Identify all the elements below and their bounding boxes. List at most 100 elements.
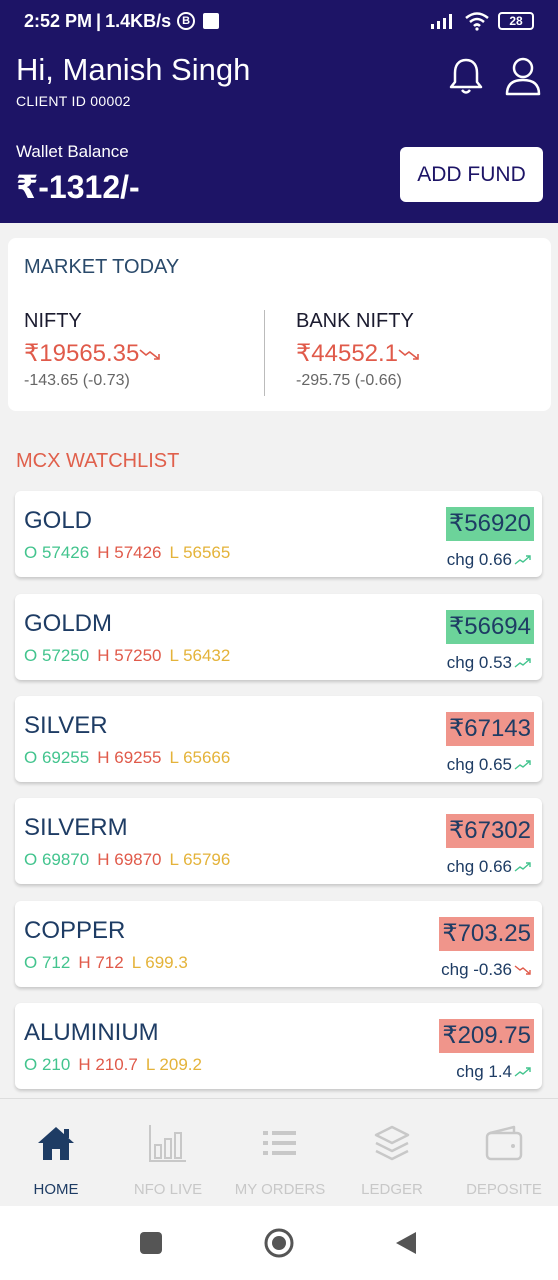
status-bar: 2:52 PM | 1.4KB/s B 28 [0,0,558,42]
index-name: NIFTY [24,310,82,332]
watchlist-title: MCX WATCHLIST [16,450,180,472]
commodity-price: ₹703.25 [439,917,534,951]
nav-label: DEPOSITE [466,1181,542,1198]
index-price: ₹44552.1 [296,339,422,368]
back-icon[interactable] [394,1230,418,1256]
index-name: BANK NIFTY [296,310,414,332]
watchlist-item-copper[interactable]: COPPER O 712 H 712 L 699.3 ₹703.25 chg -… [15,901,542,987]
commodity-change: chg 0.65 [447,755,532,775]
market-today-card: MARKET TODAY NIFTY ₹19565.35 -143.65 (-0… [8,238,551,411]
open-value: O 210 [24,1055,71,1074]
trend-up-icon [514,658,531,668]
market-today-title: MARKET TODAY [24,256,180,278]
open-value: O 57250 [24,646,90,665]
nav-label: HOME [33,1181,79,1198]
high-value: H 69870 [97,850,162,869]
wallet-balance-value: ₹-1312/- [16,169,140,205]
status-time: 2:52 PM [24,10,93,31]
change-text: chg 1.4 [456,1062,512,1081]
commodity-change: chg 0.66 [447,857,532,877]
high-value: H 712 [78,953,124,972]
add-fund-button[interactable]: ADD FUND [400,147,543,202]
commodity-name: GOLD [24,507,93,534]
ohl-row: O 57426 H 57426 L 56565 [24,543,230,563]
low-value: L 65796 [169,850,231,869]
nav-label: MY ORDERS [234,1181,326,1198]
open-value: O 69870 [24,850,90,869]
watchlist-item-goldm[interactable]: GOLDM O 57250 H 57250 L 56432 ₹56694 chg… [15,594,542,680]
index-divider [264,310,265,396]
commodity-price: ₹56694 [445,610,534,644]
commodity-price: ₹67302 [445,814,534,848]
index-nifty[interactable]: NIFTY ₹19565.35 -143.65 (-0.73) [24,310,163,390]
commodity-name: GOLDM [24,610,113,637]
trend-down-icon [398,348,419,360]
high-value: H 57250 [97,646,162,665]
ohl-row: O 210 H 210.7 L 209.2 [24,1055,202,1075]
commodity-price: ₹56920 [445,507,534,541]
app-header: Hi, Manish Singh CLIENT ID 00002 Wallet … [0,42,558,223]
commodity-name: ALUMINIUM [24,1019,159,1046]
profile-icon[interactable] [504,56,542,96]
watchlist-item-gold[interactable]: GOLD O 57426 H 57426 L 56565 ₹56920 chg … [15,491,542,577]
wifi-icon [465,12,489,31]
commodity-name: SILVER [24,712,108,739]
layers-icon [374,1125,410,1161]
low-value: L 56565 [169,543,231,562]
trend-up-icon [514,760,531,770]
low-value: L 209.2 [145,1055,202,1074]
list-icon [263,1131,296,1155]
index-price: ₹19565.35 [24,339,163,368]
status-right-icons: 28 [430,11,534,31]
nav-item-home[interactable]: HOME [0,1099,112,1207]
watchlist-item-silverm[interactable]: SILVERM O 69870 H 69870 L 65796 ₹67302 c… [15,798,542,884]
ohl-row: O 57250 H 57250 L 56432 [24,646,230,666]
client-id: CLIENT ID 00002 [16,93,131,109]
trend-up-icon [514,555,531,565]
commodity-change: chg 0.66 [447,550,532,570]
watchlist-item-aluminium[interactable]: ALUMINIUM O 210 H 210.7 L 209.2 ₹209.75 … [15,1003,542,1089]
change-text: chg 0.65 [446,755,512,774]
nav-label: LEDGER [361,1181,423,1198]
nav-item-deposite[interactable]: DEPOSITE [448,1099,558,1207]
wallet-balance-label: Wallet Balance [16,142,129,161]
ohl-row: O 712 H 712 L 699.3 [24,953,188,973]
high-value: H 57426 [97,543,162,562]
nav-label: NFO LIVE [133,1181,203,1198]
home-icon [38,1127,74,1160]
watchlist-item-silver[interactable]: SILVER O 69255 H 69255 L 65666 ₹67143 ch… [15,696,542,782]
nav-item-ledger[interactable]: LEDGER [336,1099,448,1207]
commodity-price: ₹209.75 [439,1019,534,1053]
change-text: chg 0.53 [446,653,512,672]
commodity-change: chg 0.53 [447,653,532,673]
index-bank-nifty[interactable]: BANK NIFTY ₹44552.1 -295.75 (-0.66) [296,310,422,390]
status-notification-icon [203,13,220,29]
ohl-row: O 69255 H 69255 L 65666 [24,748,230,768]
high-value: H 210.7 [78,1055,138,1074]
low-value: L 699.3 [131,953,188,972]
bar-chart-icon [149,1125,186,1162]
nav-item-nfo-live[interactable]: NFO LIVE [112,1099,224,1207]
system-home-icon[interactable] [263,1227,295,1259]
change-text: chg 0.66 [446,550,512,569]
change-text: chg -0.36 [441,960,512,979]
low-value: L 65666 [169,748,231,767]
system-nav-bar [0,1206,558,1280]
nav-item-my-orders[interactable]: MY ORDERS [224,1099,336,1207]
bell-icon[interactable] [448,56,484,96]
index-price-value: ₹19565.35 [24,340,140,367]
low-value: L 56432 [169,646,231,665]
status-separator: | [96,10,102,31]
commodity-change: chg -0.36 [441,960,532,980]
change-text: chg 0.66 [446,857,512,876]
recent-apps-icon[interactable] [140,1232,162,1254]
user-greeting: Hi, Manish Singh [16,52,251,87]
signal-icon [431,14,452,29]
battery-icon: 28 [498,12,534,30]
high-value: H 69255 [97,748,162,767]
index-change: -143.65 (-0.73) [24,372,130,389]
trend-down-icon [514,965,531,975]
commodity-name: SILVERM [24,814,128,841]
commodity-name: COPPER [24,917,126,944]
status-network-speed: 1.4KB/s [105,10,172,31]
